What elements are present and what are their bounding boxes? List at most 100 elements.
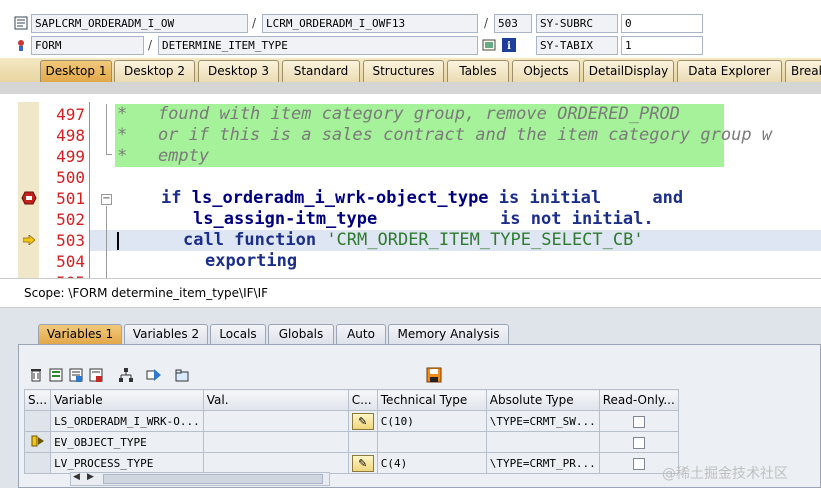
- identifier: ls_assign-itm_type: [193, 209, 378, 229]
- table-header-row: S... Variable Val. C... Technical Type A…: [23, 389, 679, 411]
- keyword: if: [161, 188, 182, 208]
- line-number: 499: [56, 147, 85, 166]
- column-header-absolute-type[interactable]: Absolute Type: [485, 389, 600, 411]
- sysvar2-field[interactable]: SY-TABIX: [536, 36, 618, 55]
- value-cell[interactable]: [202, 431, 349, 453]
- table-row[interactable]: LS_ORDERADM_I_WRK-O... ✎ C(10) \TYPE=CRM…: [23, 410, 679, 432]
- edit-pencil-icon[interactable]: ✎: [351, 454, 374, 472]
- tab-standard[interactable]: Standard: [282, 60, 360, 82]
- separator-band: [0, 94, 821, 102]
- hierarchy-icon[interactable]: [118, 367, 134, 383]
- tab-globals[interactable]: Globals: [268, 324, 334, 344]
- variable-name-cell[interactable]: EV_OBJECT_TYPE: [50, 431, 204, 453]
- tab-locals[interactable]: Locals: [210, 324, 266, 344]
- table-row[interactable]: LV_PROCESS_TYPE ✎ C(4) \TYPE=CRMT_PR...: [23, 452, 679, 474]
- column-header-read-only[interactable]: Read-Only...: [598, 389, 679, 411]
- read-only-cell: [598, 431, 679, 453]
- code-comment-line: * or if this is a sales contract and the…: [117, 125, 773, 145]
- row-selector[interactable]: [23, 431, 52, 453]
- code-line-503: call function 'CRM_ORDER_ITEM_TYPE_SELEC…: [183, 230, 644, 251]
- slash-sep: /: [484, 16, 489, 30]
- sysvar-field[interactable]: SY-SUBRC: [536, 14, 618, 33]
- tab-memory-analysis[interactable]: Memory Analysis: [388, 324, 509, 344]
- absolute-type-cell[interactable]: \TYPE=CRMT_SW...: [485, 410, 600, 432]
- variables-table: S... Variable Val. C... Technical Type A…: [23, 389, 679, 474]
- open-folder-icon[interactable]: [174, 367, 190, 383]
- line-field[interactable]: 503: [494, 14, 532, 33]
- line-number: 498: [56, 126, 85, 145]
- line-number: 497: [56, 105, 85, 124]
- event-type-field[interactable]: FORM: [31, 36, 144, 55]
- margin-line: [89, 102, 90, 278]
- change-cell[interactable]: ✎: [347, 410, 378, 432]
- delete-icon[interactable]: [28, 367, 44, 383]
- list-icon[interactable]: [48, 367, 64, 383]
- program-field[interactable]: SAPLCRM_ORDERADM_I_OW: [31, 14, 248, 33]
- change-cell[interactable]: [347, 431, 378, 453]
- column-header-technical-type[interactable]: Technical Type: [376, 389, 487, 411]
- scroll-left-icon[interactable]: ◀: [73, 472, 80, 482]
- code-line-502: ls_assign-itm_type is not initial.: [193, 209, 654, 230]
- technical-type-cell: [376, 431, 487, 453]
- table-row[interactable]: EV_OBJECT_TYPE: [23, 431, 679, 453]
- column-header-value[interactable]: Val.: [202, 389, 349, 411]
- tab-break[interactable]: Break: [785, 60, 821, 82]
- line-number: 500: [56, 168, 85, 187]
- tab-detaildisplay[interactable]: DetailDisplay: [583, 60, 674, 82]
- code-comment-line: * found with item category group, remove…: [117, 104, 680, 124]
- read-only-checkbox: [632, 457, 645, 470]
- breakpoint-icon[interactable]: [21, 191, 37, 205]
- scroll-right-icon[interactable]: ▶: [87, 472, 94, 482]
- tab-data-explorer[interactable]: Data Explorer: [677, 60, 782, 82]
- sysvar-value-field[interactable]: 0: [621, 14, 703, 33]
- breakpoint-gutter[interactable]: [18, 102, 39, 278]
- tab-auto[interactable]: Auto: [336, 324, 386, 344]
- tab-variables-2[interactable]: Variables 2: [124, 324, 208, 344]
- keyword: is initial: [498, 188, 602, 208]
- save-variables-icon[interactable]: [88, 367, 104, 383]
- variable-name-cell[interactable]: LV_PROCESS_TYPE: [50, 452, 204, 474]
- save-icon[interactable]: [426, 367, 442, 383]
- absolute-type-cell[interactable]: [485, 431, 600, 453]
- event-name-field[interactable]: DETERMINE_ITEM_TYPE: [158, 36, 478, 55]
- variable-name-cell[interactable]: LS_ORDERADM_I_WRK-O...: [50, 410, 204, 432]
- value-cell[interactable]: [202, 452, 349, 474]
- include-field[interactable]: LCRM_ORDERADM_I_OWF13: [262, 14, 478, 33]
- tab-desktop-1[interactable]: Desktop 1: [40, 60, 112, 82]
- navigate-icon[interactable]: [146, 367, 162, 383]
- tab-desktop-3[interactable]: Desktop 3: [198, 60, 279, 82]
- line-number: 503: [56, 231, 85, 250]
- slash-sep: /: [252, 16, 257, 30]
- horizontal-scrollbar[interactable]: ◀ ▶: [70, 472, 330, 486]
- column-header-change[interactable]: C...: [347, 389, 378, 411]
- change-cell[interactable]: ✎: [347, 452, 378, 474]
- source-code-pane[interactable]: 497 498 499 500 501 502 503 504 505 − * …: [0, 102, 821, 278]
- collapse-block-icon[interactable]: −: [101, 194, 112, 205]
- desktop-tab-strip: Desktop 1 Desktop 2 Desktop 3 Standard S…: [0, 58, 821, 82]
- import-icon[interactable]: [68, 367, 84, 383]
- scroll-thumb[interactable]: [103, 474, 323, 484]
- code-line-504: exporting: [205, 251, 297, 272]
- tab-variables-1[interactable]: Variables 1: [38, 324, 122, 344]
- slash-sep: /: [148, 38, 153, 52]
- display-icon[interactable]: [482, 38, 496, 52]
- column-header-variable[interactable]: Variable: [50, 389, 204, 411]
- value-cell[interactable]: [202, 410, 349, 432]
- tab-tables[interactable]: Tables: [447, 60, 509, 82]
- code-comment-line: * empty: [117, 146, 210, 166]
- text-cursor: [117, 232, 119, 250]
- watchpoint-icon: [31, 435, 44, 446]
- edit-pencil-icon[interactable]: ✎: [351, 412, 374, 430]
- header-area: SAPLCRM_ORDERADM_I_OW / LCRM_ORDERADM_I_…: [0, 0, 821, 58]
- sysvar2-value-field[interactable]: 1: [621, 36, 703, 55]
- tab-structures[interactable]: Structures: [363, 60, 444, 82]
- tab-desktop-2[interactable]: Desktop 2: [114, 60, 195, 82]
- keyword: and: [652, 188, 684, 208]
- row-selector[interactable]: [23, 410, 52, 432]
- tab-objects[interactable]: Objects: [512, 60, 580, 82]
- info-icon[interactable]: i: [502, 38, 516, 52]
- column-header-status[interactable]: S...: [23, 389, 52, 411]
- watermark: @稀土掘金技术社区: [662, 466, 788, 482]
- row-selector[interactable]: [23, 452, 52, 474]
- absolute-type-cell[interactable]: \TYPE=CRMT_PR...: [485, 452, 600, 474]
